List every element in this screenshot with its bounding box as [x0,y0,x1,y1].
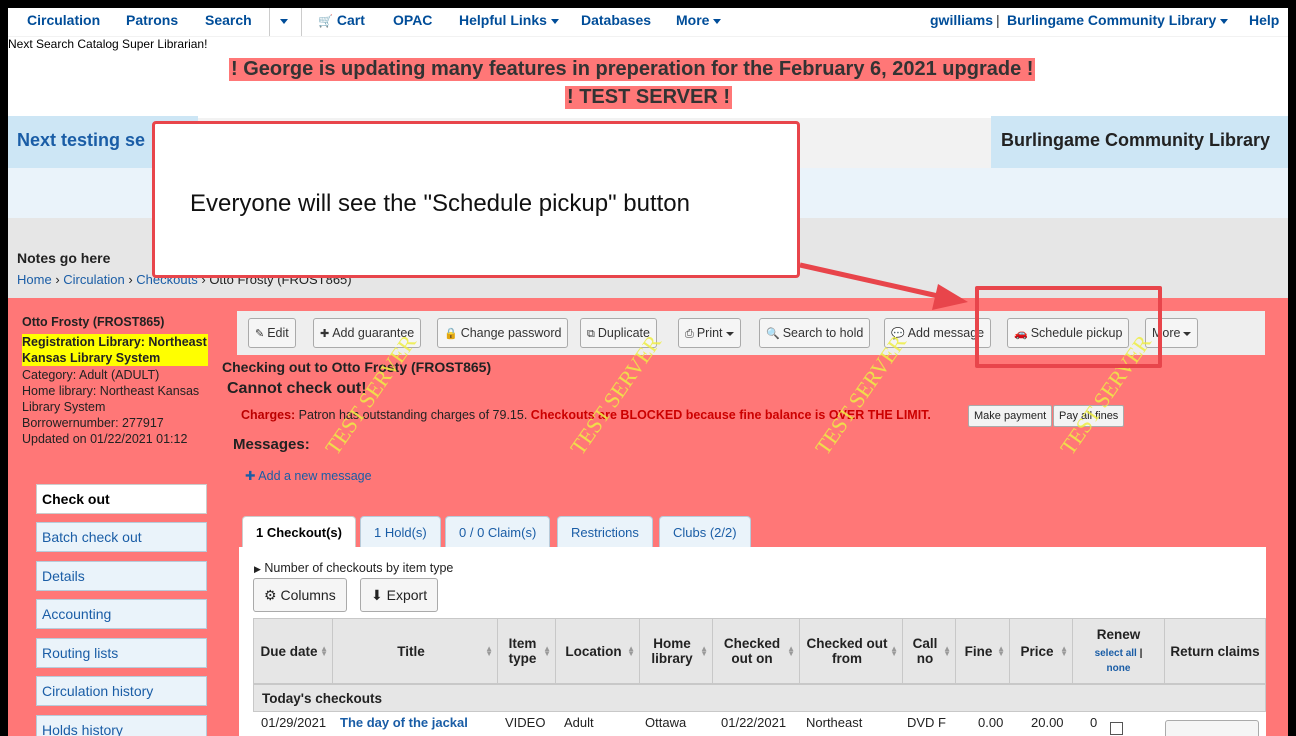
screen: Circulation Patrons Search 🛒 Cart OPAC H… [8,8,1288,736]
annotation-arrow [799,262,968,310]
